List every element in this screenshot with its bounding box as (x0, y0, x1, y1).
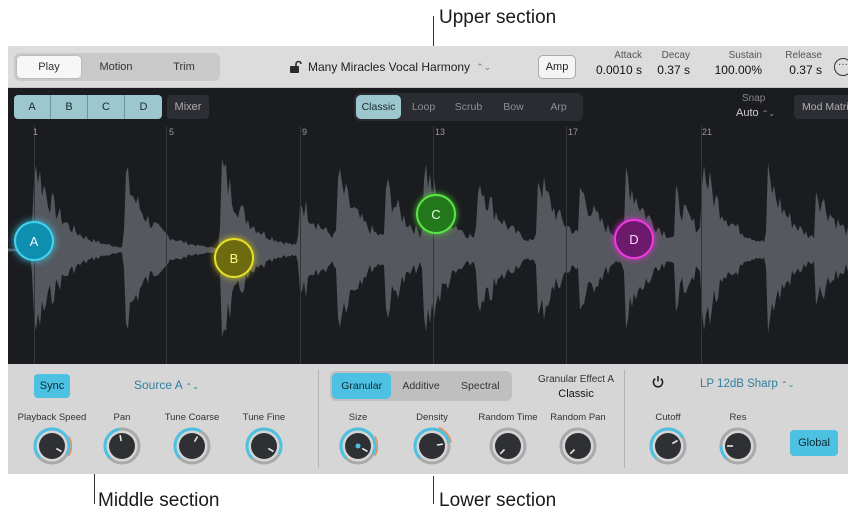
callout-upper-line (433, 16, 434, 46)
bar-number: 21 (702, 127, 713, 137)
middle-section: A B C D Mixer Classic Loop Scrub Bow Arp… (8, 88, 848, 364)
cutoff-knob[interactable] (648, 426, 688, 466)
callout-middle-section: Middle section (98, 490, 220, 511)
tab-play[interactable]: Play (16, 55, 82, 79)
bar-line (701, 126, 702, 364)
random-pan-label: Random Pan (550, 412, 606, 423)
mixer-button[interactable]: Mixer (167, 95, 209, 119)
res-label: Res (729, 412, 747, 423)
tab-motion[interactable]: Motion (82, 55, 150, 79)
bar-number: 5 (169, 127, 175, 137)
decay-param[interactable]: Decay 0.37 s (648, 50, 690, 77)
engine-selector: Granular Additive Spectral (330, 371, 512, 401)
filter-type-selector[interactable]: LP 12dB Sharp ⌃⌄ (700, 378, 794, 390)
callout-upper-section: Upper section (439, 7, 557, 28)
power-icon[interactable] (652, 375, 664, 389)
size-knob[interactable] (338, 426, 378, 466)
upper-section: Play Motion Trim Many Miracles Vocal Har… (8, 46, 848, 88)
release-value[interactable]: 0.37 s (778, 63, 822, 77)
view-tabs: Play Motion Trim (14, 53, 220, 81)
sustain-label: Sustain (728, 50, 762, 61)
mode-classic[interactable]: Classic (356, 95, 401, 119)
mode-bow[interactable]: Bow (491, 95, 536, 119)
play-marker-d[interactable]: D (614, 219, 654, 259)
snap-value: Auto (736, 107, 759, 119)
attack-param[interactable]: Attack 0.0010 s (584, 50, 642, 77)
lock-open-icon[interactable] (288, 60, 302, 74)
random-time-knob[interactable] (488, 426, 528, 466)
source-selector[interactable]: Source A ⌃⌄ (134, 378, 199, 392)
bar-line (433, 126, 434, 364)
random-pan-knob[interactable] (558, 426, 598, 466)
tune-coarse-knob[interactable] (172, 426, 212, 466)
release-label: Release (785, 50, 822, 61)
mode-scrub[interactable]: Scrub (446, 95, 491, 119)
tune-fine-knob[interactable] (244, 426, 284, 466)
engine-spectral[interactable]: Spectral (451, 373, 510, 399)
size-label: Size (348, 412, 368, 423)
callout-lower-line (433, 476, 434, 504)
snap-label: Snap (742, 93, 766, 104)
sustain-value[interactable]: 100.00% (706, 63, 762, 77)
waveform-shape (8, 158, 848, 337)
source-c-button[interactable]: C (88, 95, 125, 119)
source-buttons: A B C D (14, 95, 162, 119)
chevron-updown-icon: ⌃⌄ (761, 109, 776, 118)
play-marker-c[interactable]: C (416, 194, 456, 234)
density-knob[interactable] (412, 426, 452, 466)
attack-value[interactable]: 0.0010 s (584, 63, 642, 77)
mod-matrix-button[interactable]: Mod Matrix (794, 95, 848, 119)
filter-type-value: LP 12dB Sharp (700, 378, 778, 390)
mode-loop[interactable]: Loop (401, 95, 446, 119)
engine-additive[interactable]: Additive (391, 373, 450, 399)
chevron-updown-icon: ⌃⌄ (476, 61, 492, 72)
bar-line (166, 126, 167, 364)
tune-fine-label: Tune Fine (242, 412, 286, 423)
callout-lower-section: Lower section (439, 490, 557, 511)
more-options-icon[interactable]: ··· (834, 58, 848, 76)
source-select-value: Source A (134, 378, 183, 392)
screenshot-root: Upper section Middle section Lower secti… (0, 0, 848, 514)
decay-value[interactable]: 0.37 s (648, 63, 690, 77)
chevron-updown-icon: ⌃⌄ (185, 382, 199, 391)
release-param[interactable]: Release 0.37 s (778, 50, 822, 77)
chevron-updown-icon: ⌃⌄ (781, 380, 795, 389)
mode-arp[interactable]: Arp (536, 95, 581, 119)
source-a-button[interactable]: A (14, 95, 51, 119)
sync-button[interactable]: Sync (34, 374, 70, 398)
effect-label: Granular Effect A (538, 374, 614, 385)
bar-number: 9 (302, 127, 308, 137)
decay-label: Decay (661, 50, 690, 61)
pan-knob[interactable] (102, 426, 142, 466)
snap-selector[interactable]: Auto ⌃⌄ (736, 107, 775, 119)
divider (624, 370, 625, 468)
playback-speed-knob[interactable] (32, 426, 72, 466)
play-marker-a[interactable]: A (14, 221, 54, 261)
engine-granular[interactable]: Granular (332, 373, 392, 399)
bar-number: 1 (33, 127, 39, 137)
play-mode-selector: Classic Loop Scrub Bow Arp (354, 93, 583, 121)
attack-label: Attack (614, 50, 642, 61)
bar-line (566, 126, 567, 364)
play-marker-b[interactable]: B (214, 238, 254, 278)
lower-section: Sync Source A ⌃⌄ Granular Additive Spect… (8, 364, 848, 474)
density-label: Density (416, 412, 448, 423)
amp-button[interactable]: Amp (538, 55, 576, 79)
tab-trim[interactable]: Trim (150, 55, 218, 79)
preset-selector[interactable]: Many Miracles Vocal Harmony ⌃⌄ (288, 46, 491, 88)
effect-value[interactable]: Classic (534, 388, 618, 400)
bar-number: 13 (435, 127, 446, 137)
global-button[interactable]: Global (790, 430, 838, 456)
bar-number: 17 (568, 127, 579, 137)
bar-line (300, 126, 301, 364)
sustain-param[interactable]: Sustain 100.00% (706, 50, 762, 77)
source-d-button[interactable]: D (125, 95, 162, 119)
preset-name: Many Miracles Vocal Harmony (308, 60, 471, 74)
res-knob[interactable] (718, 426, 758, 466)
source-b-button[interactable]: B (51, 95, 88, 119)
